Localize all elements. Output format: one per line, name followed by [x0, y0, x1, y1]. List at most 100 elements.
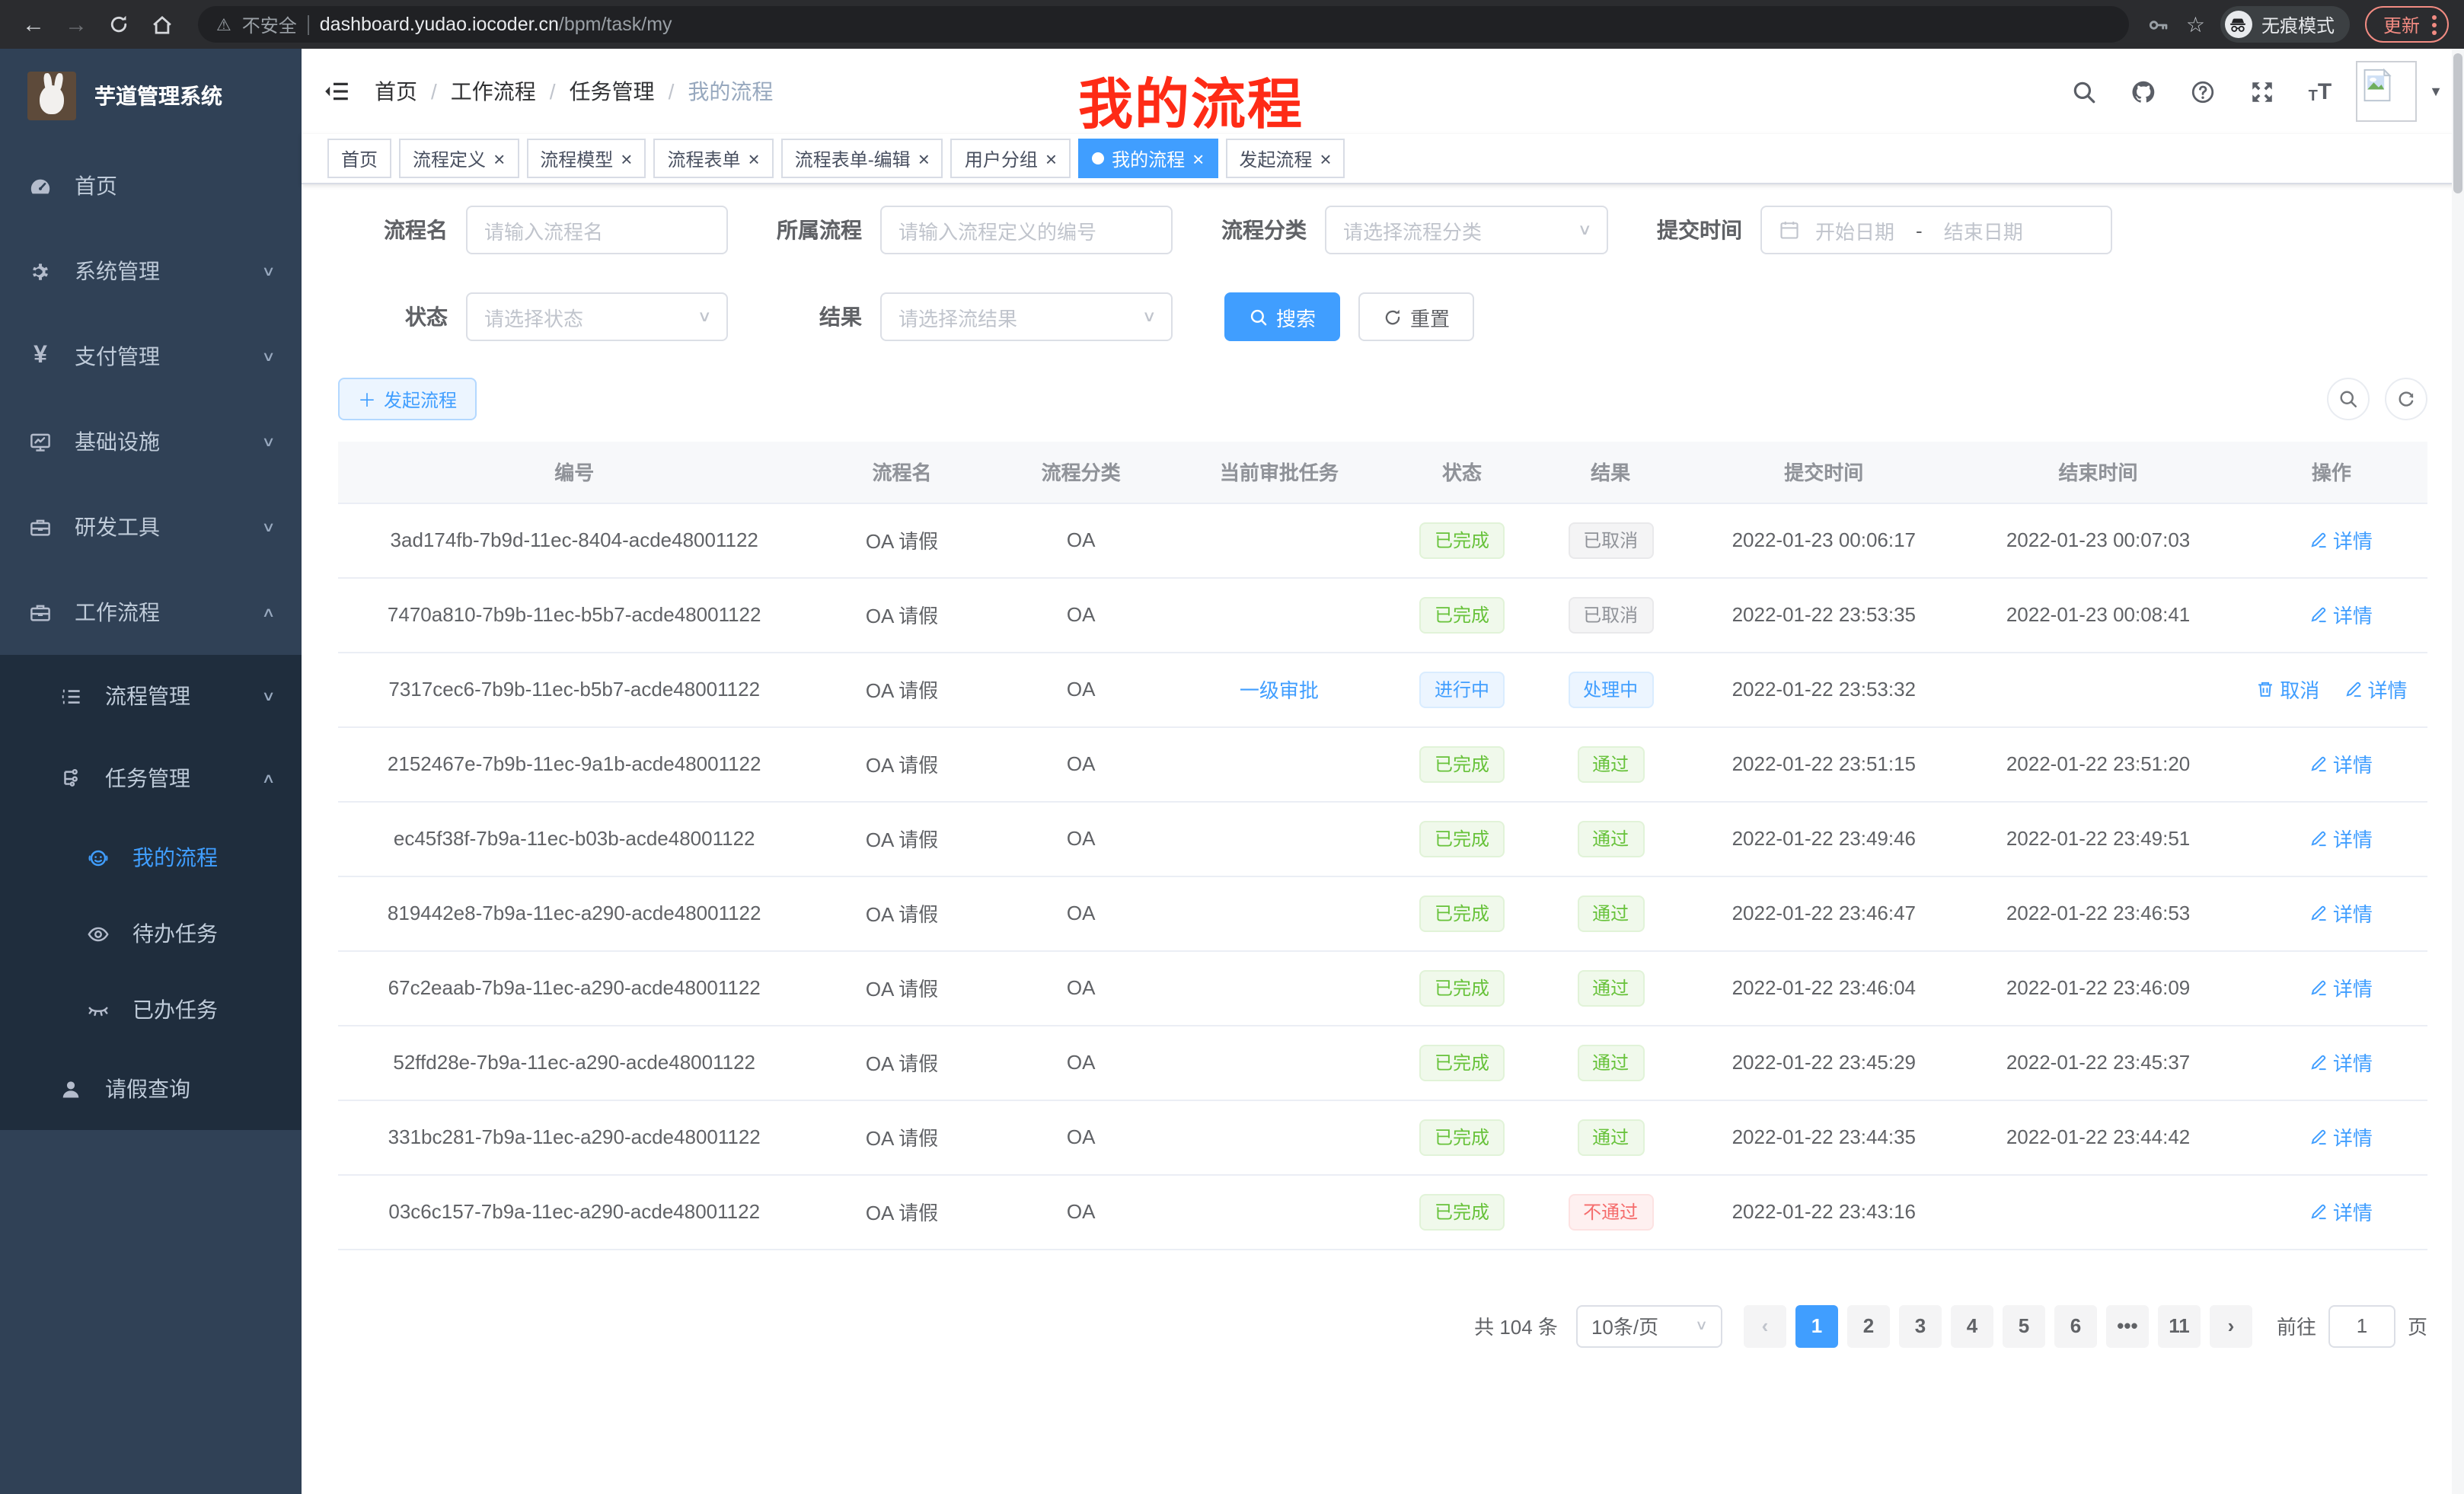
browser-menu-icon[interactable]: [2432, 14, 2437, 34]
page-number-button[interactable]: 1: [1795, 1304, 1838, 1347]
cell-name: OA 请假: [810, 1174, 993, 1249]
sidebar-item-leave-query[interactable]: 请假查询: [0, 1048, 302, 1130]
next-page-button[interactable]: ›: [2210, 1304, 2252, 1347]
page-size-select[interactable]: 10条/页 ∨: [1576, 1304, 1722, 1347]
breadcrumb-workflow[interactable]: 工作流程: [451, 76, 536, 107]
detail-link[interactable]: 详情: [2343, 675, 2407, 704]
tags-view-tab[interactable]: 流程表单 ×: [653, 139, 773, 178]
close-icon[interactable]: ×: [1320, 148, 1331, 168]
bookmark-star-icon[interactable]: ☆: [2186, 11, 2205, 37]
process-name-input[interactable]: 请输入流程名: [466, 206, 728, 254]
detail-link[interactable]: 详情: [2309, 824, 2373, 853]
sidebar-item-devtools[interactable]: 研发工具 ∨: [0, 484, 302, 570]
sidebar-item-task-mgmt[interactable]: 任务管理 ∧: [0, 737, 302, 819]
detail-link[interactable]: 详情: [2309, 899, 2373, 927]
breadcrumb-home[interactable]: 首页: [375, 76, 417, 107]
close-icon[interactable]: ×: [621, 148, 632, 168]
sidebar-item-infra[interactable]: 基础设施 ∨: [0, 399, 302, 484]
close-icon[interactable]: ×: [1192, 148, 1204, 168]
chrome-update-button[interactable]: 更新: [2365, 6, 2449, 43]
home-icon[interactable]: [143, 6, 180, 43]
close-icon[interactable]: ×: [493, 148, 505, 168]
search-icon[interactable]: [2071, 78, 2099, 105]
avatar[interactable]: [2356, 61, 2417, 122]
address-bar[interactable]: ⚠ 不安全 dashboard.yudao.iocoder.cn/bpm/tas…: [198, 6, 2130, 43]
sidebar-item-workflow[interactable]: 工作流程 ∧: [0, 570, 302, 655]
tags-view-tab[interactable]: 流程表单-编辑 ×: [781, 139, 943, 178]
app-logo-row[interactable]: 芋道管理系统: [0, 49, 302, 143]
prev-page-button[interactable]: ‹: [1744, 1304, 1786, 1347]
col-category: 流程分类: [994, 442, 1169, 503]
sidebar-item-todo-tasks[interactable]: 待办任务: [0, 895, 302, 972]
result-select[interactable]: 请选择流结果∨: [880, 292, 1173, 341]
breadcrumb-task-mgmt[interactable]: 任务管理: [570, 76, 655, 107]
tags-view-tab[interactable]: 发起流程 ×: [1225, 139, 1345, 178]
reload-icon[interactable]: [101, 6, 137, 43]
tags-view-tab[interactable]: 流程定义 ×: [399, 139, 519, 178]
scrollbar-thumb[interactable]: [2453, 53, 2462, 193]
detail-link[interactable]: 详情: [2309, 525, 2373, 554]
cell-end-time: 2022-01-23 00:07:03: [1961, 503, 2235, 577]
detail-link[interactable]: 详情: [2309, 1122, 2373, 1151]
page-number-button[interactable]: 2: [1847, 1304, 1890, 1347]
cell-actions: 取消 详情: [2236, 652, 2427, 726]
page-url[interactable]: dashboard.yudao.iocoder.cn/bpm/task/my: [320, 11, 672, 38]
status-select[interactable]: 请选择状态∨: [466, 292, 728, 341]
col-end-time: 结束时间: [1961, 442, 2235, 503]
tags-view-tab[interactable]: 流程模型 ×: [526, 139, 646, 178]
fullscreen-icon[interactable]: [2249, 78, 2277, 105]
current-task-link[interactable]: 一级审批: [1240, 679, 1319, 702]
back-icon[interactable]: ←: [15, 6, 52, 43]
close-icon[interactable]: ×: [918, 148, 930, 168]
sidebar-item-home[interactable]: 首页: [0, 143, 302, 228]
font-size-icon[interactable]: TT: [2309, 78, 2332, 104]
reset-button[interactable]: 重置: [1358, 292, 1474, 341]
detail-link[interactable]: 详情: [2309, 1197, 2373, 1226]
table-search-toggle-button[interactable]: [2327, 378, 2370, 420]
create-process-button[interactable]: ＋ 发起流程: [338, 378, 477, 420]
tags-view-tab[interactable]: 首页 ×: [327, 139, 391, 178]
tags-view-tab[interactable]: 用户分组 ×: [951, 139, 1071, 178]
goto-page-input[interactable]: 1: [2328, 1304, 2395, 1347]
page-number-button[interactable]: 3: [1899, 1304, 1942, 1347]
cell-name: OA 请假: [810, 950, 993, 1025]
close-icon[interactable]: ×: [1045, 148, 1057, 168]
category-select[interactable]: 请选择流程分类∨: [1325, 206, 1608, 254]
help-icon[interactable]: [2190, 78, 2217, 105]
sidebar-item-done-tasks[interactable]: 已办任务: [0, 972, 302, 1048]
password-key-icon[interactable]: [2148, 13, 2171, 36]
forward-icon[interactable]: →: [58, 6, 94, 43]
page-number-button[interactable]: •••: [2106, 1304, 2149, 1347]
github-icon[interactable]: [2130, 78, 2158, 105]
avatar-caret-icon[interactable]: ▼: [2429, 84, 2443, 99]
sidebar-item-payment[interactable]: ¥ 支付管理 ∨: [0, 314, 302, 399]
security-label[interactable]: 不安全: [242, 11, 297, 37]
search-button[interactable]: 搜索: [1224, 292, 1340, 341]
close-icon[interactable]: ×: [748, 148, 760, 168]
tags-view-tab[interactable]: 我的流程 ×: [1078, 139, 1218, 178]
security-warning-icon[interactable]: ⚠: [216, 14, 231, 34]
page-number-button[interactable]: 6: [2054, 1304, 2097, 1347]
table-refresh-button[interactable]: [2385, 378, 2427, 420]
sidebar-item-process-mgmt[interactable]: 流程管理 ∨: [0, 655, 302, 737]
table-row: 819442e8-7b9a-11ec-a290-acde48001122 OA …: [338, 876, 2427, 950]
sidebar-collapse-icon[interactable]: [314, 69, 359, 114]
detail-link[interactable]: 详情: [2309, 749, 2373, 778]
page-number-button[interactable]: 11: [2158, 1304, 2201, 1347]
date-end-placeholder[interactable]: 结束日期: [1944, 215, 2023, 244]
date-start-placeholder[interactable]: 开始日期: [1815, 215, 1894, 244]
filter-category-label: 流程分类: [1191, 215, 1307, 245]
date-range-input[interactable]: 开始日期 - 结束日期: [1760, 206, 2112, 254]
sidebar-item-system[interactable]: 系统管理 ∨: [0, 228, 302, 314]
detail-link[interactable]: 详情: [2309, 973, 2373, 1002]
page-number-button[interactable]: 4: [1951, 1304, 1993, 1347]
parent-process-input[interactable]: 请输入流程定义的编号: [880, 206, 1173, 254]
detail-link[interactable]: 详情: [2309, 1048, 2373, 1077]
cell-submit-time: 2022-01-22 23:49:46: [1687, 801, 1961, 876]
sidebar-item-my-process[interactable]: 我的流程: [0, 819, 302, 895]
breadcrumb-current: 我的流程: [688, 76, 773, 107]
cancel-link[interactable]: 取消: [2255, 675, 2319, 704]
detail-link[interactable]: 详情: [2309, 600, 2373, 629]
page-scrollbar[interactable]: [2452, 49, 2464, 1494]
page-number-button[interactable]: 5: [2003, 1304, 2045, 1347]
